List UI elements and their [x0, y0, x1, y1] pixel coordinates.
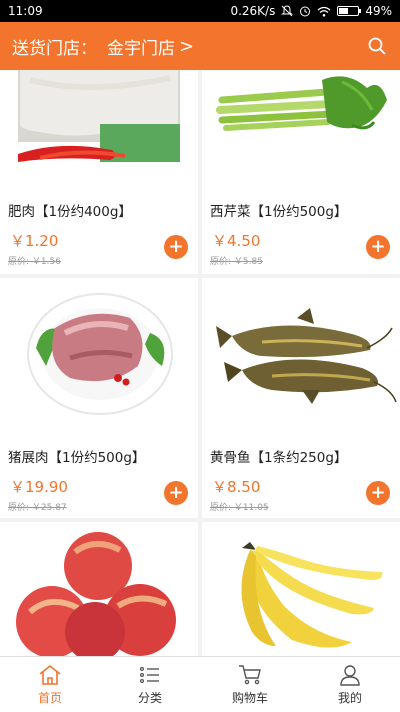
user-icon: [340, 664, 360, 686]
product-name: 黄骨鱼【1条约250g】: [210, 450, 348, 466]
tab-home-label: 首页: [37, 690, 62, 705]
search-icon[interactable]: [368, 37, 386, 55]
product-card[interactable]: [202, 522, 400, 656]
product-price: ￥1.20: [10, 232, 59, 250]
product-name: 西芹菜【1份约500g】: [210, 204, 348, 220]
product-price: ￥8.50: [212, 478, 261, 496]
product-card[interactable]: 肥肉【1份约400g】 ￥1.20 原价: ￥1.56 +: [0, 70, 198, 274]
tab-cart[interactable]: 购物车: [200, 657, 300, 712]
battery-percent: 49%: [365, 4, 392, 18]
bananas-image: [241, 542, 383, 648]
product-card[interactable]: 猪展肉【1份约500g】 ￥19.90 原价: ￥25.87 +: [0, 278, 198, 518]
product-original-price: 原价: ￥1.56: [8, 257, 61, 267]
product-card[interactable]: [0, 522, 198, 656]
status-time: 11:09: [8, 4, 43, 18]
chevron-right-icon[interactable]: >: [179, 36, 194, 57]
product-name: 肥肉【1份约400g】: [8, 204, 132, 220]
product-original-price: 原价: ￥5.85: [210, 257, 263, 267]
bottom-tab-bar: 首页 分类 购物车 我的: [0, 656, 400, 712]
tab-cart-label: 购物车: [231, 690, 268, 705]
product-card[interactable]: 黄骨鱼【1条约250g】 ￥8.50 原价: ￥11.05 +: [202, 278, 400, 518]
wifi-icon: [317, 6, 331, 17]
tab-category[interactable]: 分类: [100, 657, 200, 712]
product-original-price: 原价: ￥11.05: [210, 503, 269, 513]
network-speed: 0.26K/s: [230, 4, 276, 18]
tab-home[interactable]: 首页: [0, 657, 100, 712]
apples-image: [16, 532, 176, 656]
alarm-icon: [300, 6, 311, 17]
list-icon: [139, 666, 159, 683]
tab-profile-label: 我的: [337, 690, 362, 705]
product-name: 猪展肉【1份约500g】: [8, 450, 146, 466]
celery-image: [216, 76, 387, 131]
tab-profile[interactable]: 我的: [300, 657, 400, 712]
tab-category-label: 分类: [137, 690, 162, 705]
store-header: 送货门店： 金宇门店 >: [0, 22, 400, 70]
store-selector[interactable]: 金宇门店: [107, 34, 175, 59]
delivery-store-label: 送货门店：: [12, 38, 97, 59]
pork-shank-image: [27, 293, 173, 415]
home-icon: [39, 664, 61, 685]
product-card[interactable]: 西芹菜【1份约500g】 ￥4.50 原价: ￥5.85 +: [202, 70, 400, 274]
add-to-cart-button[interactable]: +: [366, 481, 390, 505]
product-price: ￥4.50: [212, 232, 261, 250]
product-price: ￥19.90: [10, 478, 68, 496]
catfish-image: [216, 308, 397, 404]
add-to-cart-button[interactable]: +: [164, 235, 188, 259]
product-original-price: 原价: ￥25.87: [8, 503, 67, 513]
pork-fat-image: [18, 70, 180, 162]
add-to-cart-button[interactable]: +: [366, 235, 390, 259]
status-bar: 11:09 0.26K/s 49%: [0, 0, 400, 22]
cart-icon: [239, 664, 261, 684]
add-to-cart-button[interactable]: +: [164, 481, 188, 505]
mute-icon: [281, 5, 294, 17]
battery-icon: [337, 6, 362, 16]
status-indicators: 0.26K/s 49%: [230, 4, 392, 18]
product-grid: 肥肉【1份约400g】 ￥1.20 原价: ￥1.56 + 西芹菜【1份约500…: [0, 70, 400, 656]
